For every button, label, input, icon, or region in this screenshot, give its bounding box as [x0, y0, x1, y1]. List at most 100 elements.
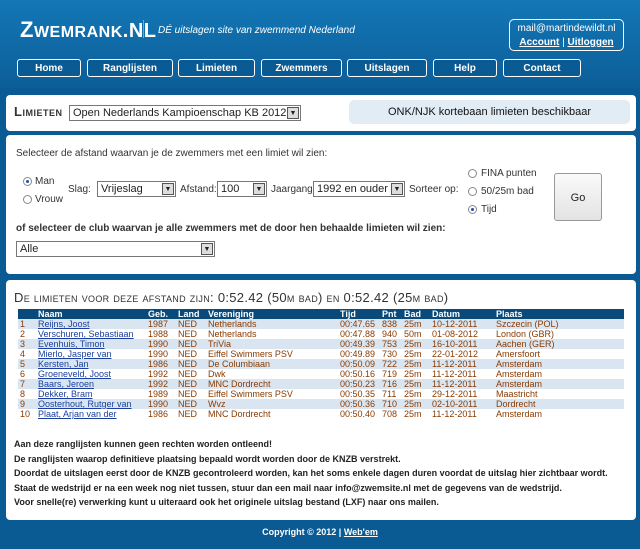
table-cell: Evenhuis, Timon	[36, 339, 146, 349]
swimmer-link[interactable]: Verschuren, Sebastiaan	[38, 329, 134, 339]
chevron-down-icon: ▼	[162, 183, 174, 195]
slag-select[interactable]: Vrijeslag ▼	[97, 181, 176, 197]
note-line: Staat de wedstrijd er na een week nog ni…	[14, 482, 562, 493]
table-cell: 7	[18, 379, 36, 389]
link-separator: |	[562, 37, 565, 48]
table-cell: 25m	[402, 389, 430, 399]
col-datum: Datum	[430, 309, 494, 319]
table-cell: 00:50.40	[338, 409, 380, 419]
table-cell: Amsterdam	[494, 369, 624, 379]
nav-help[interactable]: Help	[433, 59, 497, 77]
table-cell: 1992	[146, 369, 176, 379]
sort-fina-radio[interactable]	[468, 169, 477, 178]
gender-vrouw-radio[interactable]	[23, 195, 32, 204]
nav-limieten[interactable]: Limieten	[178, 59, 255, 77]
table-row: 8 Dekker, Bram 1989 NED Eiffel Swimmers PSV 0…	[18, 389, 624, 399]
club-select[interactable]: Alle ▼	[16, 241, 215, 257]
table-cell: 940	[380, 329, 402, 339]
table-cell: 29-12-2011	[430, 389, 494, 399]
table-cell: 11-12-2011	[430, 379, 494, 389]
table-cell: Verschuren, Sebastiaan	[36, 329, 146, 339]
table-cell: 1990	[146, 349, 176, 359]
table-cell: MNC Dordrecht	[206, 379, 338, 389]
table-cell: 25m	[402, 379, 430, 389]
table-cell: 716	[380, 379, 402, 389]
table-cell: 838	[380, 319, 402, 329]
account-link[interactable]: Account	[519, 37, 559, 48]
table-cell: Eiffel Swimmers PSV	[206, 349, 338, 359]
gender-man-radio[interactable]	[23, 177, 32, 186]
nav-zwemmers[interactable]: Zwemmers	[261, 59, 342, 77]
results-panel: De limieten voor deze afstand zijn: 0:52…	[6, 280, 636, 520]
chevron-down-icon: ▼	[201, 243, 213, 255]
table-cell: NED	[176, 329, 206, 339]
table-cell: NED	[176, 359, 206, 369]
table-cell: 6	[18, 369, 36, 379]
table-cell: 25m	[402, 369, 430, 379]
site-logo[interactable]: ZWEMRANK.NL	[20, 17, 157, 43]
table-cell: Dwk	[206, 369, 338, 379]
nav-contact[interactable]: Contact	[503, 59, 581, 77]
table-cell: TriVia	[206, 339, 338, 349]
swimmer-link[interactable]: Dekker, Bram	[38, 389, 93, 399]
col-rank	[18, 309, 36, 319]
table-cell: Amersfoort	[494, 349, 624, 359]
table-cell: 00:50.35	[338, 389, 380, 399]
table-cell: 1986	[146, 359, 176, 369]
table-cell: 722	[380, 359, 402, 369]
col-vereniging: Vereniging	[206, 309, 338, 319]
table-cell: Netherlands	[206, 319, 338, 329]
swimmer-link[interactable]: Groeneveld, Joost	[38, 369, 111, 379]
table-row: 7 Baars, Jeroen 1992 NED MNC Dordrecht 00:50.…	[18, 379, 624, 389]
afstand-select[interactable]: 100 ▼	[217, 181, 267, 197]
go-button[interactable]: Go	[554, 173, 602, 221]
webem-link[interactable]: Web'em	[344, 527, 378, 537]
table-cell: Amsterdam	[494, 359, 624, 369]
table-cell: 11-12-2011	[430, 359, 494, 369]
table-row: 6 Groeneveld, Joost 1992 NED Dwk 00:50.16 719 2…	[18, 369, 624, 379]
table-cell: NED	[176, 409, 206, 419]
table-cell: Amsterdam	[494, 379, 624, 389]
swimmer-link[interactable]: Kersten, Jan	[38, 359, 89, 369]
jaargang-label: Jaargang:	[271, 184, 316, 195]
swimmer-link[interactable]: Reijns, Joost	[38, 319, 90, 329]
table-cell: 02-10-2011	[430, 399, 494, 409]
table-cell: 4	[18, 349, 36, 359]
logout-link[interactable]: Uitloggen	[568, 37, 614, 48]
jaargang-select[interactable]: 1992 en ouder ▼	[313, 181, 405, 197]
swimmer-link[interactable]: Plaat, Arjan van der	[38, 409, 117, 419]
col-land: Land	[176, 309, 206, 319]
slag-value: Vrijeslag	[101, 183, 143, 195]
table-cell: 00:50.23	[338, 379, 380, 389]
table-row: 4 Mierlo, Jasper van 1990 NED Eiffel Swimmer…	[18, 349, 624, 359]
table-cell: De Columbiaan	[206, 359, 338, 369]
filter-panel: Selecteer de afstand waarvan je de zwemm…	[6, 135, 636, 274]
table-cell: 00:50.36	[338, 399, 380, 409]
table-cell: Baars, Jeroen	[36, 379, 146, 389]
table-cell: MNC Dordrecht	[206, 409, 338, 419]
table-cell: 3	[18, 339, 36, 349]
table-cell: 10	[18, 409, 36, 419]
swimmer-link[interactable]: Oosterhout, Rutger van	[38, 399, 132, 409]
table-cell: NED	[176, 399, 206, 409]
table-cell: 00:49.39	[338, 339, 380, 349]
nav-uitslagen[interactable]: Uitslagen	[347, 59, 427, 77]
note-line: Voor snelle(re) verwerking kunt u uitera…	[14, 497, 439, 508]
user-email: mail@martindewildt.nl	[517, 23, 616, 34]
table-cell: 00:49.89	[338, 349, 380, 359]
swimmer-link[interactable]: Mierlo, Jasper van	[38, 349, 112, 359]
swimmer-link[interactable]: Baars, Jeroen	[38, 379, 94, 389]
table-cell: Maastricht	[494, 389, 624, 399]
table-cell: 2	[18, 329, 36, 339]
nav-ranglijsten[interactable]: Ranglijsten	[87, 59, 173, 77]
competition-select[interactable]: Open Nederlands Kampioenschap KB 2012 ▼	[69, 105, 301, 121]
sort-tijd-radio[interactable]	[468, 205, 477, 214]
sort-bad-label: 50/25m bad	[481, 186, 534, 197]
sort-bad-radio[interactable]	[468, 187, 477, 196]
swimmer-link[interactable]: Evenhuis, Timon	[38, 339, 105, 349]
col-plaats: Plaats	[494, 309, 624, 319]
col-naam: Naam	[36, 309, 146, 319]
nav-home[interactable]: Home	[17, 59, 81, 77]
table-cell: 25m	[402, 399, 430, 409]
table-cell: Reijns, Joost	[36, 319, 146, 329]
